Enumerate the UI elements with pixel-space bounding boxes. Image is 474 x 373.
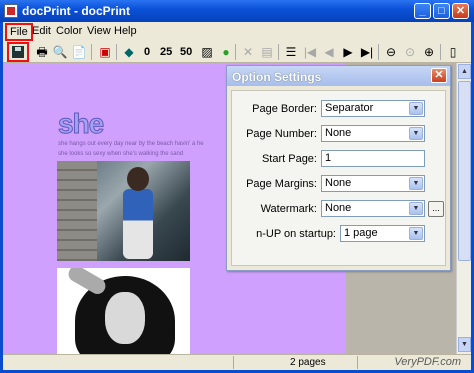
page-margins-value: None — [325, 177, 352, 189]
last-page-icon[interactable]: ▶| — [359, 44, 375, 60]
chevron-down-icon[interactable]: ▼ — [409, 102, 423, 115]
zoom-in-icon[interactable]: ⊕ — [421, 44, 437, 60]
page-count: 2 pages — [290, 357, 326, 368]
document-text-line: she hangs out every day near by the beac… — [58, 141, 204, 147]
title-bar: docPrint - docPrint _ □ ✕ — [0, 0, 474, 22]
menu-bar: File Edit Color View Help — [3, 22, 471, 41]
start-page-label: Start Page: — [261, 153, 317, 165]
page-number-label: Page Number: — [246, 128, 317, 140]
dialog-close-button[interactable]: ✕ — [431, 68, 447, 83]
green-dot-icon[interactable]: ● — [218, 44, 234, 60]
chevron-down-icon[interactable]: ▼ — [409, 202, 423, 215]
chevron-down-icon[interactable]: ▼ — [409, 177, 423, 190]
menu-edit[interactable]: Edit — [32, 25, 51, 37]
zoom-out-icon[interactable]: ⊖ — [383, 44, 399, 60]
next-page-icon[interactable]: ▶ — [340, 44, 356, 60]
menu-help[interactable]: Help — [114, 25, 137, 37]
watermark-select[interactable]: None ▼ — [321, 200, 425, 217]
menu-file[interactable]: File — [5, 23, 33, 41]
save-icon[interactable] — [7, 42, 29, 62]
page-number-select[interactable]: None ▼ — [321, 125, 425, 142]
page-setup-icon[interactable]: 📄 — [71, 44, 87, 60]
page-margins-select[interactable]: None ▼ — [321, 175, 425, 192]
watermark-value: None — [325, 202, 352, 214]
properties-icon[interactable]: ☰ — [283, 44, 299, 60]
minimize-button[interactable]: _ — [414, 3, 431, 19]
document-heading: she — [57, 108, 104, 140]
brand-watermark: VeryPDF.com — [394, 356, 461, 368]
page-border-label: Page Border: — [252, 103, 317, 115]
rotate-icon[interactable]: ◆ — [121, 44, 137, 60]
prev-page-icon[interactable]: ◀ — [321, 44, 337, 60]
page-border-value: Separator — [325, 102, 374, 114]
watermark-label: Watermark: — [260, 203, 317, 215]
image-icon[interactable]: ▨ — [199, 44, 215, 60]
n-up-label: n-UP on startup: — [256, 228, 336, 240]
dialog-title: Option Settings — [232, 70, 322, 84]
start-page-input[interactable]: 1 — [321, 150, 425, 167]
document-photo-2 — [57, 268, 190, 354]
zoom-fit-icon[interactable]: ⊙ — [402, 44, 418, 60]
document-text-line: she looks so sexy when she's walking the… — [58, 151, 184, 157]
chevron-down-icon[interactable]: ▼ — [409, 227, 423, 240]
toolbar: 🖶 🔍 📄 ▣ ◆ 0 25 50 ▨ ● ✕ ▤ ☰ |◀ ◀ ▶ ▶| ⊖ … — [3, 41, 471, 63]
menu-color[interactable]: Color — [56, 25, 82, 37]
chevron-down-icon[interactable]: ▼ — [409, 127, 423, 140]
option-settings-dialog: Option Settings ✕ Page Border: Separator… — [226, 65, 451, 271]
single-page-icon[interactable]: ▯ — [445, 44, 461, 60]
document-photo-1 — [57, 161, 190, 261]
n-up-value: 1 page — [344, 227, 378, 239]
maximize-button[interactable]: □ — [433, 3, 450, 19]
page-number-value: None — [325, 127, 352, 139]
app-icon — [4, 4, 18, 18]
print-icon[interactable]: 🖶 — [34, 44, 50, 60]
status-bar: 2 pages VeryPDF.com — [3, 354, 471, 370]
watermark-browse-button[interactable]: ... — [428, 201, 444, 217]
copy-icon[interactable]: ▤ — [259, 44, 275, 60]
dialog-title-bar: Option Settings ✕ — [227, 66, 450, 86]
scroll-thumb[interactable] — [458, 81, 471, 261]
app-window: docPrint - docPrint _ □ ✕ File Edit Colo… — [0, 0, 474, 373]
zoom-0-button[interactable]: 0 — [144, 44, 150, 60]
dialog-body: Page Border: Separator ▼ Page Number: No… — [231, 90, 446, 266]
zoom-25-button[interactable]: 25 — [160, 44, 172, 60]
zoom-50-button[interactable]: 50 — [180, 44, 192, 60]
first-page-icon[interactable]: |◀ — [302, 44, 318, 60]
vertical-scrollbar[interactable]: ▲ ▼ — [456, 63, 471, 354]
page-margins-label: Page Margins: — [246, 178, 317, 190]
delete-icon[interactable]: ✕ — [240, 44, 256, 60]
scroll-up-icon[interactable]: ▲ — [458, 64, 471, 79]
n-up-select[interactable]: 1 page ▼ — [340, 225, 425, 242]
menu-view[interactable]: View — [87, 25, 111, 37]
pdf-icon[interactable]: ▣ — [97, 44, 113, 60]
window-title: docPrint - docPrint — [22, 4, 130, 18]
scroll-down-icon[interactable]: ▼ — [458, 337, 471, 352]
close-button[interactable]: ✕ — [452, 3, 469, 19]
print-preview-icon[interactable]: 🔍 — [52, 44, 68, 60]
page-border-select[interactable]: Separator ▼ — [321, 100, 425, 117]
